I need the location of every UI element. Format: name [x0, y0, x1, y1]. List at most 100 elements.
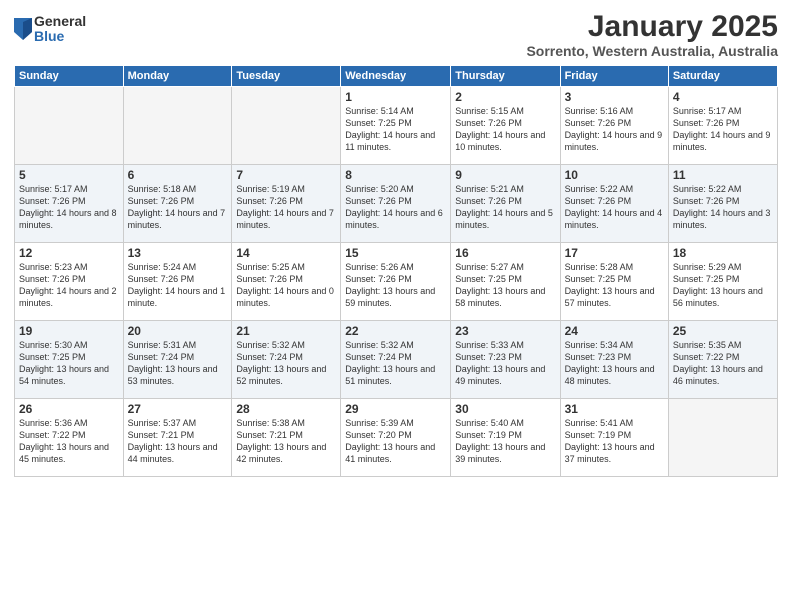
day-info: Sunrise: 5:16 AM Sunset: 7:26 PM Dayligh…: [565, 105, 664, 154]
day-number: 7: [236, 168, 336, 182]
day-number: 9: [455, 168, 555, 182]
logo-text: General Blue: [34, 14, 86, 45]
day-cell: 24Sunrise: 5:34 AM Sunset: 7:23 PM Dayli…: [560, 321, 668, 399]
weekday-header-tuesday: Tuesday: [232, 66, 341, 87]
weekday-header-sunday: Sunday: [15, 66, 124, 87]
day-info: Sunrise: 5:21 AM Sunset: 7:26 PM Dayligh…: [455, 183, 555, 232]
day-info: Sunrise: 5:39 AM Sunset: 7:20 PM Dayligh…: [345, 417, 446, 466]
day-number: 8: [345, 168, 446, 182]
day-info: Sunrise: 5:38 AM Sunset: 7:21 PM Dayligh…: [236, 417, 336, 466]
week-row-1: 1Sunrise: 5:14 AM Sunset: 7:25 PM Daylig…: [15, 87, 778, 165]
day-number: 18: [673, 246, 773, 260]
day-number: 13: [128, 246, 228, 260]
day-number: 22: [345, 324, 446, 338]
logo-general: General: [34, 14, 86, 29]
day-cell: 3Sunrise: 5:16 AM Sunset: 7:26 PM Daylig…: [560, 87, 668, 165]
weekday-header-saturday: Saturday: [668, 66, 777, 87]
weekday-header-row: SundayMondayTuesdayWednesdayThursdayFrid…: [15, 66, 778, 87]
day-number: 29: [345, 402, 446, 416]
day-number: 27: [128, 402, 228, 416]
day-cell: [668, 399, 777, 477]
day-number: 2: [455, 90, 555, 104]
week-row-5: 26Sunrise: 5:36 AM Sunset: 7:22 PM Dayli…: [15, 399, 778, 477]
weekday-header-thursday: Thursday: [451, 66, 560, 87]
day-cell: 20Sunrise: 5:31 AM Sunset: 7:24 PM Dayli…: [123, 321, 232, 399]
day-info: Sunrise: 5:28 AM Sunset: 7:25 PM Dayligh…: [565, 261, 664, 310]
day-number: 16: [455, 246, 555, 260]
page: General Blue January 2025 Sorrento, West…: [0, 0, 792, 612]
day-cell: 28Sunrise: 5:38 AM Sunset: 7:21 PM Dayli…: [232, 399, 341, 477]
day-number: 10: [565, 168, 664, 182]
day-cell: 8Sunrise: 5:20 AM Sunset: 7:26 PM Daylig…: [341, 165, 451, 243]
day-cell: 6Sunrise: 5:18 AM Sunset: 7:26 PM Daylig…: [123, 165, 232, 243]
day-info: Sunrise: 5:41 AM Sunset: 7:19 PM Dayligh…: [565, 417, 664, 466]
day-cell: 13Sunrise: 5:24 AM Sunset: 7:26 PM Dayli…: [123, 243, 232, 321]
day-cell: 5Sunrise: 5:17 AM Sunset: 7:26 PM Daylig…: [15, 165, 124, 243]
day-info: Sunrise: 5:29 AM Sunset: 7:25 PM Dayligh…: [673, 261, 773, 310]
week-row-2: 5Sunrise: 5:17 AM Sunset: 7:26 PM Daylig…: [15, 165, 778, 243]
day-cell: 18Sunrise: 5:29 AM Sunset: 7:25 PM Dayli…: [668, 243, 777, 321]
day-number: 12: [19, 246, 119, 260]
day-number: 25: [673, 324, 773, 338]
day-info: Sunrise: 5:30 AM Sunset: 7:25 PM Dayligh…: [19, 339, 119, 388]
title-area: January 2025 Sorrento, Western Australia…: [526, 10, 778, 59]
day-cell: 19Sunrise: 5:30 AM Sunset: 7:25 PM Dayli…: [15, 321, 124, 399]
day-number: 6: [128, 168, 228, 182]
day-number: 23: [455, 324, 555, 338]
day-info: Sunrise: 5:34 AM Sunset: 7:23 PM Dayligh…: [565, 339, 664, 388]
day-number: 31: [565, 402, 664, 416]
day-cell: 15Sunrise: 5:26 AM Sunset: 7:26 PM Dayli…: [341, 243, 451, 321]
day-number: 30: [455, 402, 555, 416]
day-cell: 29Sunrise: 5:39 AM Sunset: 7:20 PM Dayli…: [341, 399, 451, 477]
day-info: Sunrise: 5:22 AM Sunset: 7:26 PM Dayligh…: [673, 183, 773, 232]
day-number: 1: [345, 90, 446, 104]
day-cell: 4Sunrise: 5:17 AM Sunset: 7:26 PM Daylig…: [668, 87, 777, 165]
day-cell: 26Sunrise: 5:36 AM Sunset: 7:22 PM Dayli…: [15, 399, 124, 477]
day-number: 5: [19, 168, 119, 182]
day-info: Sunrise: 5:24 AM Sunset: 7:26 PM Dayligh…: [128, 261, 228, 310]
day-info: Sunrise: 5:17 AM Sunset: 7:26 PM Dayligh…: [19, 183, 119, 232]
day-info: Sunrise: 5:17 AM Sunset: 7:26 PM Dayligh…: [673, 105, 773, 154]
location-subtitle: Sorrento, Western Australia, Australia: [526, 43, 778, 59]
day-number: 11: [673, 168, 773, 182]
day-info: Sunrise: 5:35 AM Sunset: 7:22 PM Dayligh…: [673, 339, 773, 388]
day-info: Sunrise: 5:33 AM Sunset: 7:23 PM Dayligh…: [455, 339, 555, 388]
day-cell: 31Sunrise: 5:41 AM Sunset: 7:19 PM Dayli…: [560, 399, 668, 477]
day-cell: [15, 87, 124, 165]
day-number: 24: [565, 324, 664, 338]
day-cell: 30Sunrise: 5:40 AM Sunset: 7:19 PM Dayli…: [451, 399, 560, 477]
day-cell: 22Sunrise: 5:32 AM Sunset: 7:24 PM Dayli…: [341, 321, 451, 399]
day-number: 14: [236, 246, 336, 260]
logo: General Blue: [14, 14, 86, 45]
day-cell: 1Sunrise: 5:14 AM Sunset: 7:25 PM Daylig…: [341, 87, 451, 165]
day-number: 26: [19, 402, 119, 416]
weekday-header-wednesday: Wednesday: [341, 66, 451, 87]
day-info: Sunrise: 5:23 AM Sunset: 7:26 PM Dayligh…: [19, 261, 119, 310]
day-cell: 25Sunrise: 5:35 AM Sunset: 7:22 PM Dayli…: [668, 321, 777, 399]
day-info: Sunrise: 5:20 AM Sunset: 7:26 PM Dayligh…: [345, 183, 446, 232]
logo-icon: [14, 18, 32, 40]
day-info: Sunrise: 5:32 AM Sunset: 7:24 PM Dayligh…: [345, 339, 446, 388]
day-number: 19: [19, 324, 119, 338]
day-cell: [232, 87, 341, 165]
header: General Blue January 2025 Sorrento, West…: [14, 10, 778, 59]
day-cell: 14Sunrise: 5:25 AM Sunset: 7:26 PM Dayli…: [232, 243, 341, 321]
logo-blue: Blue: [34, 29, 86, 44]
day-number: 4: [673, 90, 773, 104]
day-info: Sunrise: 5:31 AM Sunset: 7:24 PM Dayligh…: [128, 339, 228, 388]
day-cell: 7Sunrise: 5:19 AM Sunset: 7:26 PM Daylig…: [232, 165, 341, 243]
day-cell: 27Sunrise: 5:37 AM Sunset: 7:21 PM Dayli…: [123, 399, 232, 477]
day-cell: 12Sunrise: 5:23 AM Sunset: 7:26 PM Dayli…: [15, 243, 124, 321]
day-cell: 11Sunrise: 5:22 AM Sunset: 7:26 PM Dayli…: [668, 165, 777, 243]
day-cell: 21Sunrise: 5:32 AM Sunset: 7:24 PM Dayli…: [232, 321, 341, 399]
day-info: Sunrise: 5:19 AM Sunset: 7:26 PM Dayligh…: [236, 183, 336, 232]
week-row-4: 19Sunrise: 5:30 AM Sunset: 7:25 PM Dayli…: [15, 321, 778, 399]
day-cell: 23Sunrise: 5:33 AM Sunset: 7:23 PM Dayli…: [451, 321, 560, 399]
day-info: Sunrise: 5:40 AM Sunset: 7:19 PM Dayligh…: [455, 417, 555, 466]
day-number: 15: [345, 246, 446, 260]
day-number: 3: [565, 90, 664, 104]
day-info: Sunrise: 5:36 AM Sunset: 7:22 PM Dayligh…: [19, 417, 119, 466]
month-title: January 2025: [526, 10, 778, 43]
day-info: Sunrise: 5:18 AM Sunset: 7:26 PM Dayligh…: [128, 183, 228, 232]
week-row-3: 12Sunrise: 5:23 AM Sunset: 7:26 PM Dayli…: [15, 243, 778, 321]
